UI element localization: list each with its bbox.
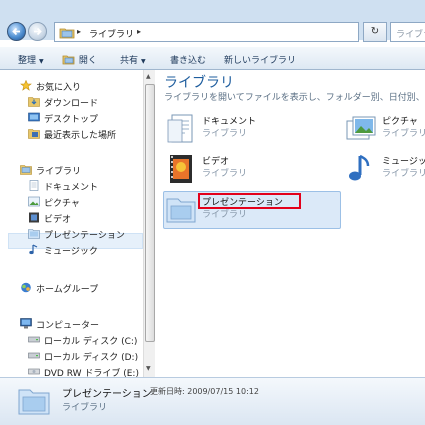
page-description: ライブラリを開いてファイルを表示し、フォルダー別、日付別、また	[164, 93, 425, 103]
pictures-icon	[28, 196, 40, 207]
forward-button[interactable]	[28, 22, 47, 41]
computer-icon	[20, 318, 32, 329]
details-name: プレゼンテーション	[62, 389, 152, 400]
presentation-library-large-icon	[18, 389, 50, 415]
library-item-documents[interactable]: ドキュメント ライブラリ	[164, 112, 294, 146]
burn-button[interactable]: 書き込む	[170, 53, 206, 66]
libraries-folder-icon	[20, 165, 32, 175]
library-type: ライブラリ	[202, 169, 248, 179]
details-type: ライブラリ	[62, 403, 108, 413]
library-folder-icon	[59, 28, 75, 39]
pictures-large-icon	[346, 116, 376, 140]
scroll-down-icon[interactable]: ▼	[146, 365, 151, 372]
presentation-library-icon	[28, 229, 40, 239]
documents-large-icon	[167, 114, 193, 143]
open-button[interactable]: 開く	[62, 53, 97, 66]
refresh-icon: ↻	[370, 26, 380, 37]
documents-icon	[29, 180, 39, 191]
library-type: ライブラリ	[202, 129, 248, 139]
open-folder-icon	[62, 55, 75, 65]
search-input[interactable]: ライブラリ	[390, 22, 425, 42]
videos-large-icon	[170, 155, 192, 183]
dvd-drive-icon	[28, 368, 40, 375]
details-pane: プレゼンテーション 更新日時: 2009/07/15 10:12 ライブラリ	[0, 377, 425, 425]
recent-places-icon	[28, 129, 40, 139]
presentation-library-large-icon	[166, 198, 196, 223]
library-type: ライブラリ	[382, 169, 425, 179]
videos-icon	[29, 212, 39, 223]
downloads-folder-icon	[28, 97, 40, 107]
page-title: ライブラリ	[164, 75, 234, 91]
homegroup-icon	[21, 282, 31, 293]
details-modified: 更新日時: 2009/07/15 10:12	[150, 387, 259, 396]
back-button[interactable]	[7, 22, 26, 41]
dropdown-icon: ▼	[39, 58, 44, 65]
disk-drive-icon	[28, 336, 40, 343]
dropdown-icon: ▼	[141, 58, 146, 65]
music-large-icon	[349, 154, 370, 181]
scroll-up-icon[interactable]: ▲	[146, 73, 151, 80]
navigation-pane: お気に入り ダウンロード デスクトップ 最近表示した場所 ライブラリ ドキュメン…	[0, 70, 145, 379]
desktop-icon	[28, 112, 40, 122]
new-library-button[interactable]: 新しいライブラリ	[224, 53, 296, 66]
navigation-scrollbar[interactable]: ▲ ▼	[143, 70, 155, 377]
library-item-pictures[interactable]: ピクチャ ライブラリ	[344, 112, 425, 146]
breadcrumb-libraries[interactable]: ライブラリ	[89, 27, 134, 40]
share-button[interactable]: 共有 ▼	[120, 53, 146, 66]
library-type: ライブラリ	[382, 129, 425, 139]
library-content: ライブラリ ライブラリを開いてファイルを表示し、フォルダー別、日付別、また ドキ…	[156, 70, 425, 377]
library-item-videos[interactable]: ビデオ ライブラリ	[164, 152, 294, 186]
annotation-highlight-box	[198, 193, 301, 209]
search-placeholder: ライブラリ	[396, 30, 425, 40]
breadcrumb-separator-icon[interactable]: ▸	[137, 27, 141, 36]
address-field[interactable]: ▸ ライブラリ ▸ ▾	[54, 22, 409, 42]
star-icon	[20, 80, 32, 91]
breadcrumb-separator-icon[interactable]: ▸	[77, 27, 81, 36]
refresh-button[interactable]: ↻	[363, 22, 387, 42]
organize-button[interactable]: 整理 ▼	[18, 53, 44, 66]
scroll-thumb[interactable]	[145, 84, 155, 342]
address-bar-area: ▸ ライブラリ ▸ ▾ ↻ ライブラリ	[0, 0, 425, 42]
library-item-music[interactable]: ミュージック ライブラリ	[344, 152, 425, 186]
command-bar: 整理 ▼ 開く 共有 ▼ 書き込む 新しいライブラリ	[0, 46, 425, 70]
arrow-left-icon	[12, 27, 20, 36]
disk-drive-icon	[28, 352, 40, 359]
arrow-right-icon	[34, 27, 42, 36]
music-icon	[29, 244, 38, 255]
